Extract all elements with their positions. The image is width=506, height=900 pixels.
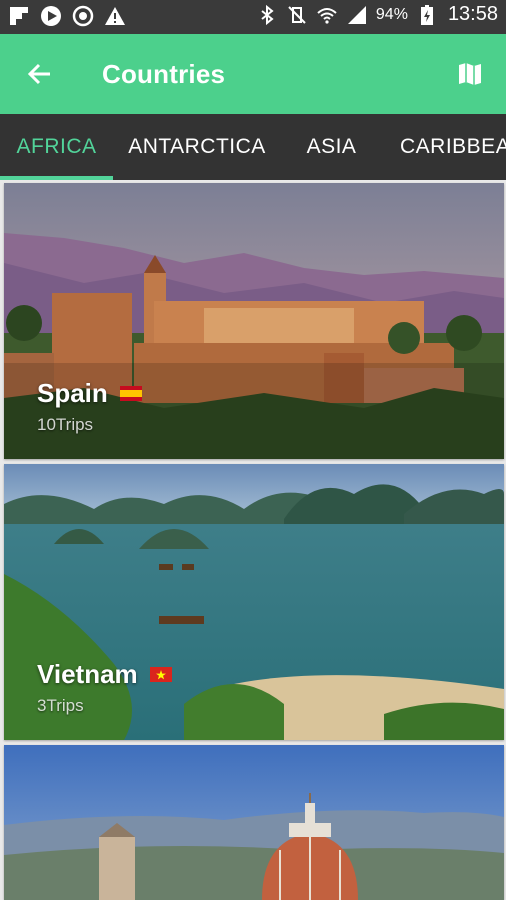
country-name: Spain xyxy=(37,378,142,409)
country-card-spain[interactable]: Spain 10Trips xyxy=(4,183,504,459)
spain-flag-icon xyxy=(119,386,142,401)
status-right-icons: 94% 13:58 xyxy=(256,3,498,26)
trip-count: 3Trips xyxy=(37,696,84,715)
map-button[interactable] xyxy=(452,56,488,92)
status-left-icons xyxy=(8,5,126,27)
clock: 13:58 xyxy=(447,3,498,25)
warning-icon xyxy=(105,7,125,25)
tab-indicator xyxy=(0,176,113,180)
italy-photo xyxy=(4,745,504,900)
tab-caribbean[interactable]: CARIBBEAN xyxy=(382,114,506,180)
sync-icon xyxy=(72,5,94,27)
app-bar: Countries xyxy=(0,34,506,114)
country-card-italy[interactable] xyxy=(4,745,504,900)
bluetooth-icon xyxy=(261,4,274,25)
country-name: Vietnam xyxy=(37,659,172,690)
tab-antarctica[interactable]: ANTARCTICA xyxy=(113,114,281,180)
signal-icon xyxy=(347,5,366,24)
tab-asia[interactable]: ASIA xyxy=(281,114,382,180)
country-name-label: Vietnam xyxy=(37,659,138,689)
play-icon xyxy=(41,6,61,26)
trip-count: 10Trips xyxy=(37,415,94,434)
back-button[interactable] xyxy=(22,56,58,92)
country-card-vietnam[interactable]: Vietnam 3Trips xyxy=(4,464,504,740)
page-title: Countries xyxy=(102,59,226,89)
flipboard-icon xyxy=(10,7,28,25)
region-tabs: AFRICA ANTARCTICA ASIA CARIBBEAN xyxy=(0,114,506,180)
country-name-label: Spain xyxy=(37,378,108,408)
status-bar: 94% 13:58 xyxy=(0,0,506,34)
battery-charging-icon xyxy=(420,4,433,25)
battery-level: 94% xyxy=(375,5,408,23)
wifi-icon xyxy=(317,7,337,24)
arrow-back-icon xyxy=(27,63,50,85)
tab-africa[interactable]: AFRICA xyxy=(0,114,113,180)
map-icon xyxy=(459,63,481,85)
vietnam-flag-icon xyxy=(149,667,172,682)
vibrate-off-icon xyxy=(288,5,306,24)
